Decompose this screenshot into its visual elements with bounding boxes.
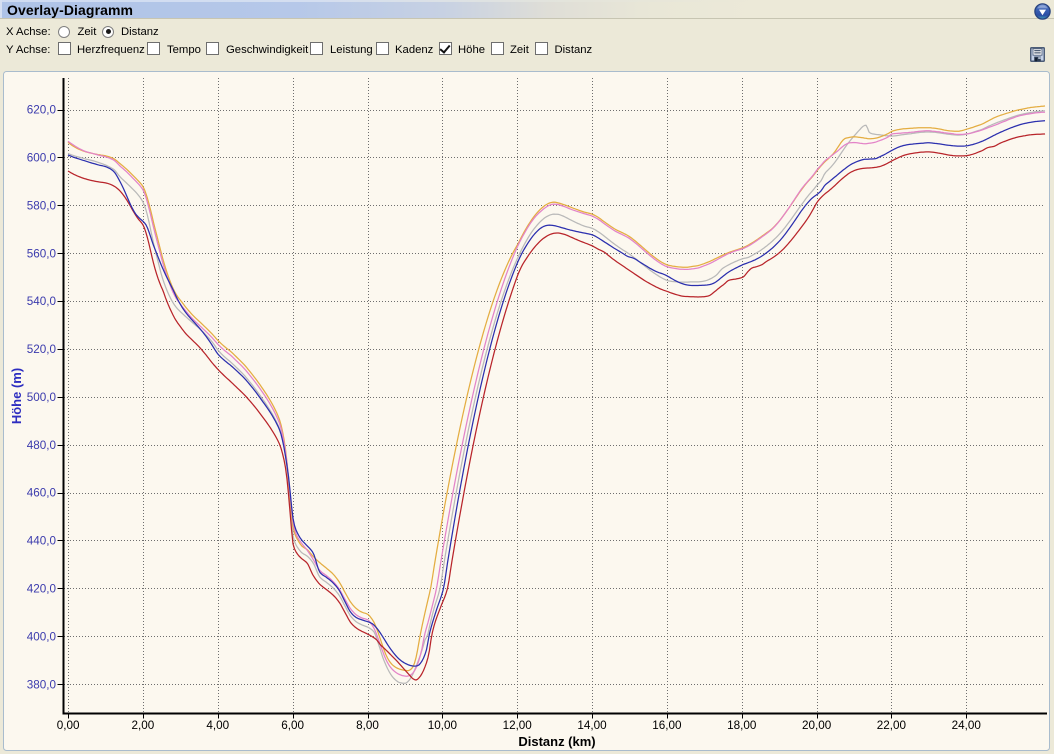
svg-text:Distanz (km): Distanz (km) xyxy=(518,734,595,749)
svg-text:4,00: 4,00 xyxy=(206,719,229,732)
svg-text:460,0: 460,0 xyxy=(27,487,57,500)
svg-text:12,00: 12,00 xyxy=(503,719,533,732)
svg-text:520,0: 520,0 xyxy=(27,343,57,356)
svg-text:480,0: 480,0 xyxy=(27,439,57,452)
svg-text:500,0: 500,0 xyxy=(27,391,57,404)
svg-text:8,00: 8,00 xyxy=(356,719,379,732)
svg-text:600,0: 600,0 xyxy=(27,152,57,165)
svg-text:24,00: 24,00 xyxy=(952,719,982,732)
svg-text:580,0: 580,0 xyxy=(27,200,57,213)
svg-text:16,00: 16,00 xyxy=(652,719,682,732)
svg-text:440,0: 440,0 xyxy=(27,535,57,548)
svg-text:Höhe (m): Höhe (m) xyxy=(9,368,24,424)
svg-text:18,00: 18,00 xyxy=(727,719,757,732)
svg-text:620,0: 620,0 xyxy=(27,104,57,117)
svg-text:6,00: 6,00 xyxy=(281,719,304,732)
svg-text:22,00: 22,00 xyxy=(877,719,907,732)
svg-text:420,0: 420,0 xyxy=(27,583,57,596)
svg-text:540,0: 540,0 xyxy=(27,295,57,308)
svg-text:380,0: 380,0 xyxy=(27,678,57,691)
svg-text:560,0: 560,0 xyxy=(27,247,57,260)
svg-text:400,0: 400,0 xyxy=(27,630,57,643)
svg-text:10,00: 10,00 xyxy=(428,719,458,732)
svg-text:0,00: 0,00 xyxy=(57,719,80,732)
svg-text:20,00: 20,00 xyxy=(802,719,832,732)
svg-text:14,00: 14,00 xyxy=(577,719,607,732)
svg-text:2,00: 2,00 xyxy=(132,719,155,732)
